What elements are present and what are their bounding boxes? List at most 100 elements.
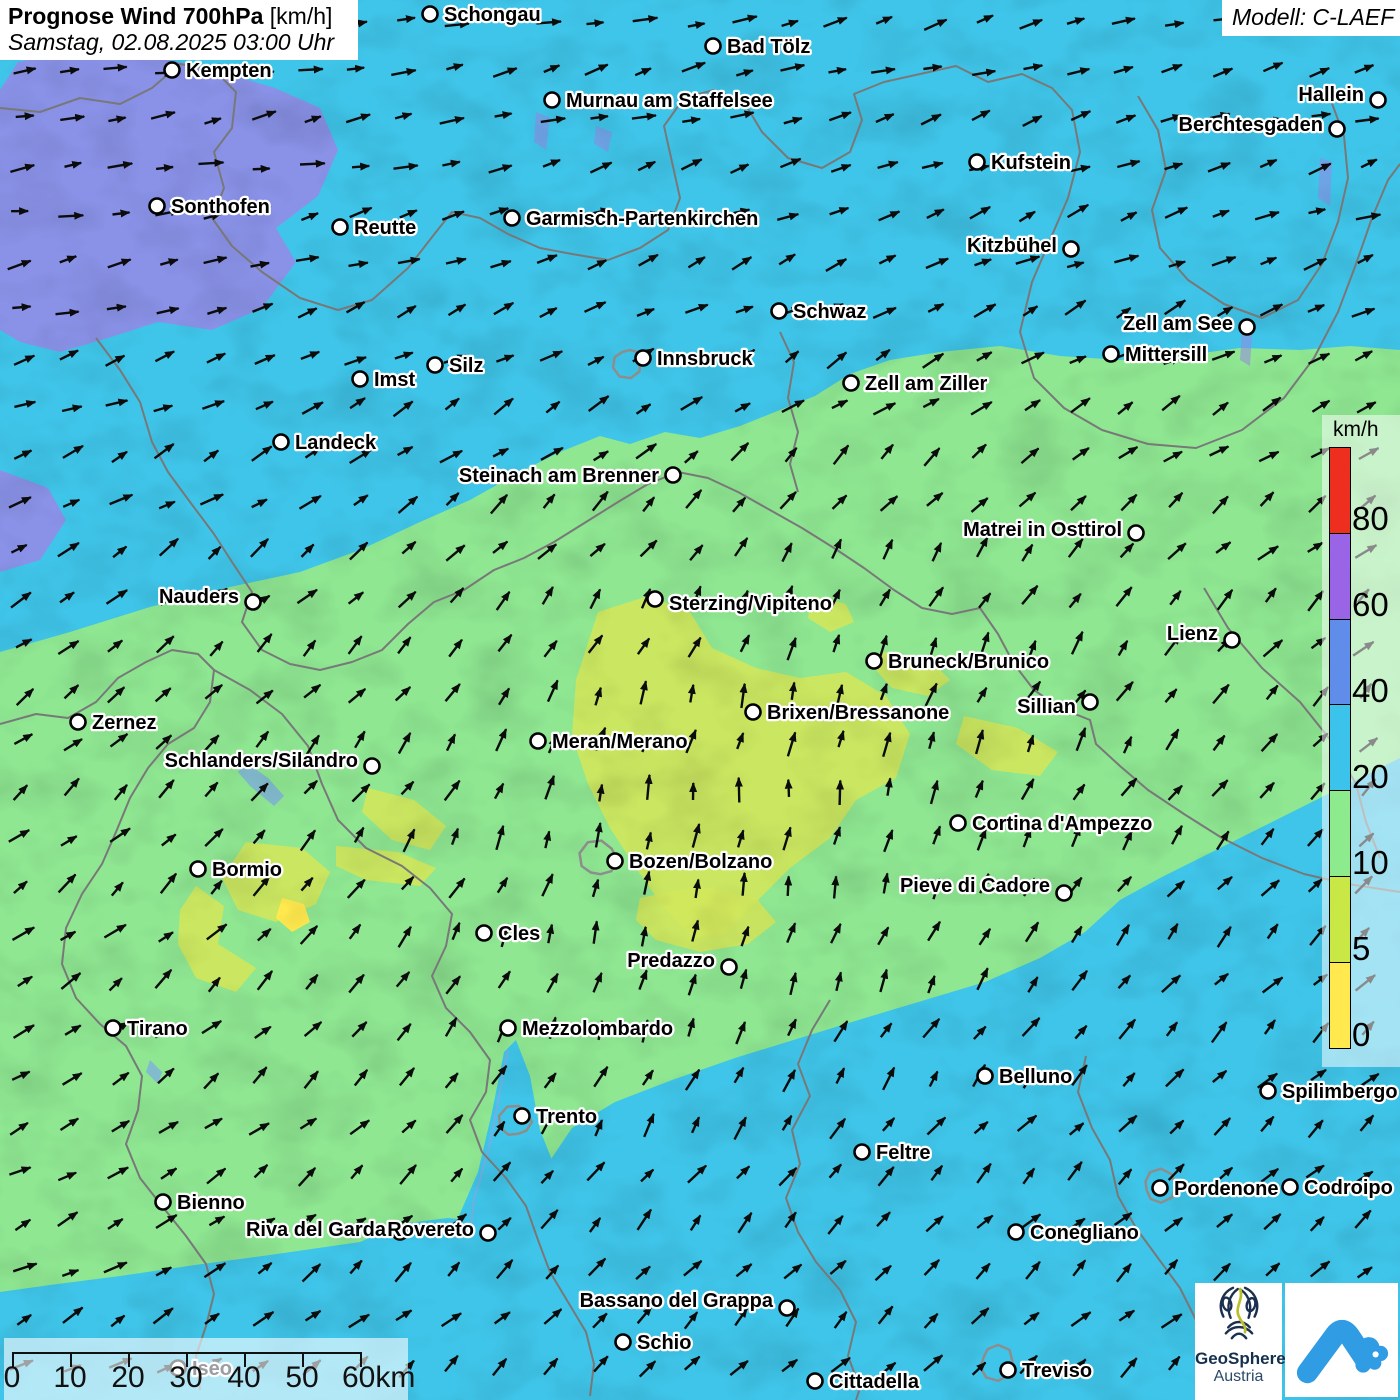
city-pieve-di-cadore: Pieve di Cadore (900, 875, 1072, 901)
city-label: Cles (498, 923, 540, 945)
city-label: Garmisch-Partenkirchen (526, 208, 758, 230)
scale-label: 0 (4, 1361, 21, 1395)
city-label: Reutte (354, 217, 416, 239)
city-label: Trento (536, 1106, 597, 1128)
city-label: Codroipo (1304, 1177, 1393, 1199)
city-label: Landeck (295, 432, 377, 454)
geosphere-logo-subtext: Austria (1195, 1368, 1282, 1386)
city-label: Cittadella (829, 1371, 920, 1393)
city-marker (1104, 347, 1119, 362)
wind-arrow (12, 306, 30, 308)
geosphere-logo: GeoSphere Austria (1195, 1283, 1282, 1400)
city-marker (477, 926, 492, 941)
city-spilimbergo: Spilimbergo (1261, 1081, 1398, 1103)
city-label: Sonthofen (171, 196, 270, 218)
city-label: Pieve di Cadore (900, 875, 1050, 897)
city-berchtesgaden: Berchtesgaden (1179, 114, 1345, 137)
city-label: Meran/Merano (552, 731, 688, 753)
city-marker (616, 1335, 631, 1350)
city-label: Hallein (1298, 84, 1364, 106)
city-marker (246, 595, 261, 610)
city-marker (706, 39, 721, 54)
scale-label: 60km (342, 1361, 415, 1395)
scale-label: 30 (169, 1361, 202, 1395)
model-label-box: Modell: C-LAEF (1222, 0, 1400, 36)
city-marker (746, 705, 761, 720)
city-marker (1261, 1084, 1276, 1099)
city-riva-del-garda: Riva del Garda (246, 1219, 408, 1241)
city-label: Conegliano (1030, 1222, 1139, 1244)
city-label: Riva del Garda (246, 1219, 387, 1241)
city-marker (1009, 1225, 1024, 1240)
city-label: Feltre (876, 1142, 930, 1164)
city-marker (780, 1301, 795, 1316)
city-cortina-d-ampezzo: Cortina d'Ampezzo (951, 813, 1153, 835)
wind-arrow (788, 876, 789, 896)
wind-forecast-map: SchongauBad TölzKemptenMurnau am Staffel… (0, 0, 1400, 1400)
wind-arrow (58, 215, 83, 216)
city-label: Schwaz (793, 301, 866, 323)
partner-logo (1285, 1283, 1398, 1397)
title-box: Prognose Wind 700hPa [km/h] Samstag, 02.… (0, 0, 358, 60)
city-label: Bormio (212, 859, 282, 881)
city-label: Rovereto (387, 1219, 474, 1241)
city-marker (333, 220, 348, 235)
city-label: Sterzing/Vipiteno (669, 593, 832, 615)
legend-colorbar (1329, 447, 1351, 1049)
legend-tick-label: 60 (1352, 588, 1389, 622)
wind-arrow (199, 162, 224, 164)
city-label: Kitzbühel (967, 235, 1057, 257)
city-label: Belluno (999, 1066, 1072, 1088)
city-label: Mezzolombardo (522, 1018, 673, 1040)
city-marker (365, 759, 380, 774)
city-marker (191, 862, 206, 877)
city-marker (1153, 1181, 1168, 1196)
city-marker (1330, 122, 1345, 137)
model-label: Modell: C-LAEF (1232, 4, 1394, 30)
city-marker (844, 376, 859, 391)
wind-arrow (298, 69, 322, 70)
city-marker (156, 1195, 171, 1210)
city-label: Pordenone (1174, 1178, 1278, 1200)
city-marker (951, 816, 966, 831)
city-marker (772, 304, 787, 319)
city-label: Predazzo (627, 950, 715, 972)
city-label: Sillian (1017, 696, 1076, 718)
city-label: Innsbruck (657, 348, 753, 370)
city-marker (1283, 1180, 1298, 1195)
city-marker (106, 1021, 121, 1036)
city-label: Silz (449, 355, 483, 377)
city-meran-merano: Meran/Merano (531, 731, 688, 753)
city-label: Lienz (1167, 623, 1218, 645)
geosphere-logo-text: GeoSphere (1195, 1349, 1282, 1368)
legend-tick-label: 20 (1352, 760, 1389, 794)
city-bassano-del-grappa: Bassano del Grappa (580, 1290, 795, 1316)
scale-label: 20 (111, 1361, 144, 1395)
city-label: Cortina d'Ampezzo (972, 813, 1152, 835)
map-canvas: SchongauBad TölzKemptenMurnau am Staffel… (0, 0, 1400, 1400)
city-marker (608, 854, 623, 869)
city-marker (71, 715, 86, 730)
wind-arrow (352, 166, 369, 167)
city-zell-am-ziller: Zell am Ziller (844, 373, 988, 395)
city-marker (481, 1226, 496, 1241)
wind-arrow (840, 781, 841, 806)
city-label: Kempten (186, 60, 272, 82)
city-marker (515, 1109, 530, 1124)
city-murnau-am-staffelsee: Murnau am Staffelsee (545, 90, 773, 112)
city-label: Bad Tölz (727, 36, 810, 58)
legend-segment-5 (1330, 877, 1350, 963)
city-label: Treviso (1022, 1360, 1092, 1382)
scale-label: 10 (53, 1361, 86, 1395)
city-label: Spilimbergo (1282, 1081, 1398, 1103)
title-datetime: Samstag, 02.08.2025 03:00 Uhr (8, 29, 350, 55)
city-label: Zernez (92, 712, 156, 734)
city-marker (150, 199, 165, 214)
legend-segment-80 (1330, 448, 1350, 534)
legend-segment-40 (1330, 620, 1350, 706)
city-marker (423, 7, 438, 22)
city-marker (636, 351, 651, 366)
legend-tick-label: 5 (1352, 932, 1370, 966)
map-scale-bar: 0102030405060km (4, 1338, 408, 1400)
wind-arrow (16, 116, 34, 117)
